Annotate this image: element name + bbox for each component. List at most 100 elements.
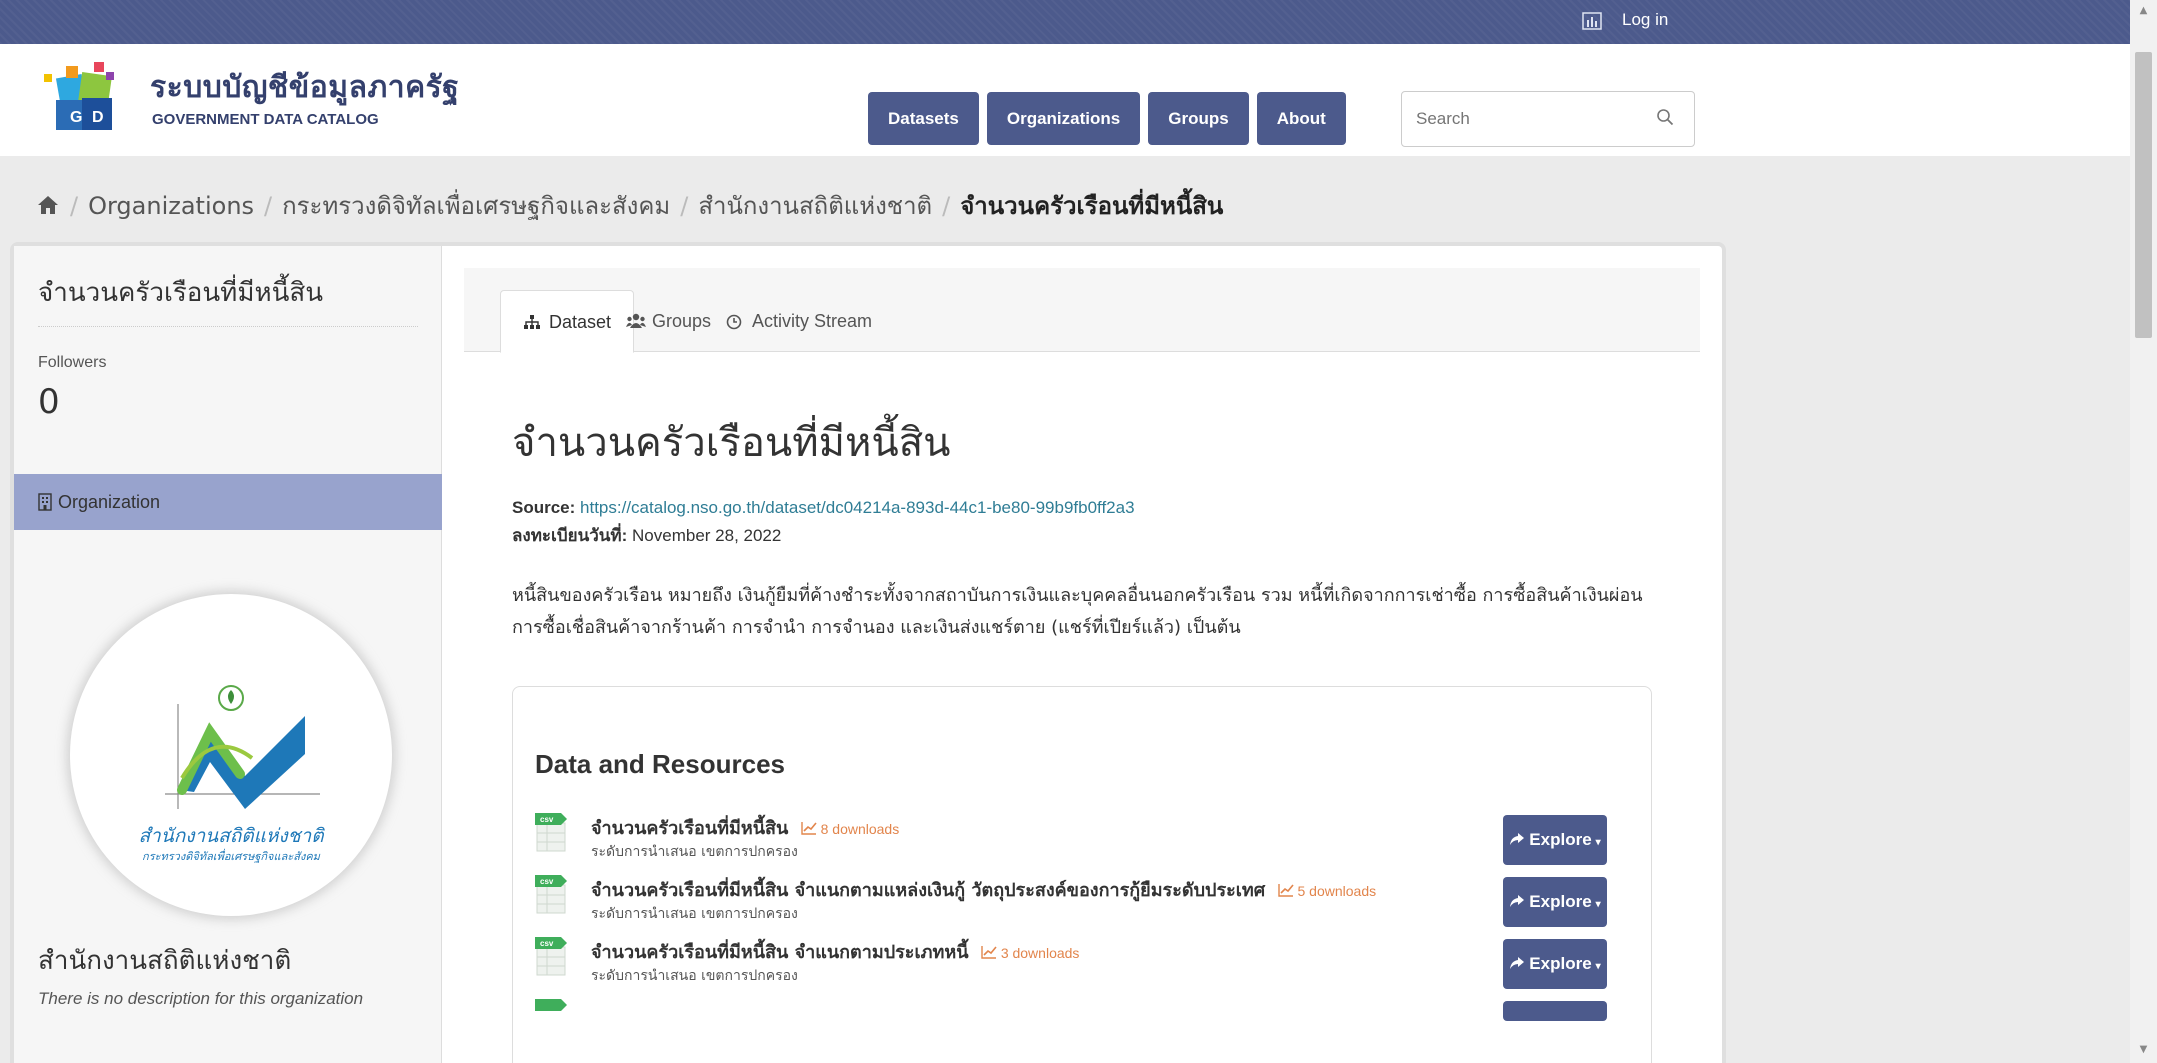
clock-icon xyxy=(726,293,744,330)
organization-logo[interactable]: สำนักงานสถิติแห่งชาติ กระทรวงดิจิทัลเพื่… xyxy=(70,594,392,916)
csv-file-icon: csv xyxy=(535,935,569,977)
caret-down-icon: ▾ xyxy=(1595,961,1601,972)
content-tabs: Dataset Groups Activity Stream xyxy=(464,268,1700,353)
logo-letter-d: D xyxy=(92,109,104,126)
dataset-content: Dataset Groups Activity Stream จำนวนครัว… xyxy=(464,268,1700,1063)
bar-chart-icon[interactable] xyxy=(1582,12,1604,32)
scrollbar-thumb[interactable] xyxy=(2135,52,2152,338)
line-chart-icon xyxy=(1277,883,1294,897)
registered-date: November 28, 2022 xyxy=(632,526,782,545)
breadcrumb-separator: / xyxy=(942,192,951,220)
site-logo[interactable]: G D xyxy=(36,56,132,140)
source-label: Source: xyxy=(512,498,576,517)
breadcrumb-organizations[interactable]: Organizations xyxy=(88,192,254,220)
breadcrumb: / Organizations / กระทรวงดิจิทัลเพื่อเศรษฐก… xyxy=(36,186,1223,225)
sidebar-organization-label: Organization xyxy=(58,492,161,512)
org-logo-name-text: สำนักงานสถิติแห่งชาติ xyxy=(138,825,325,847)
explore-label: Explore xyxy=(1529,892,1592,911)
breadcrumb-separator: / xyxy=(680,192,689,220)
nav-organizations[interactable]: Organizations xyxy=(986,92,1141,145)
tab-dataset-label: Dataset xyxy=(549,312,612,332)
followers-count: 0 xyxy=(38,382,60,422)
resource-title[interactable]: จำนวนครัวเรือนที่มีหนี้สิน xyxy=(591,818,788,839)
tab-activity-stream-label: Activity Stream xyxy=(752,311,873,331)
resource-title[interactable]: จำนวนครัวเรือนที่มีหนี้สิน จำแนกตามแหล่ง… xyxy=(591,880,1265,901)
site-header: G D ระบบบัญชีข้อมูลภาครัฐ GOVERNMENT DAT… xyxy=(0,44,2130,156)
nav-about[interactable]: About xyxy=(1256,92,1346,145)
breadcrumb-organization[interactable]: สำนักงานสถิติแห่งชาติ xyxy=(698,192,932,220)
explore-button[interactable]: Explore ▾ xyxy=(1503,815,1607,865)
sidebar-divider xyxy=(38,326,418,327)
scroll-up-arrow-icon[interactable]: ▲ xyxy=(2137,6,2150,16)
org-logo-ministry-text: กระทรวงดิจิทัลเพื่อเศรษฐกิจและสังคม xyxy=(142,848,321,863)
sitemap-icon xyxy=(523,294,541,329)
caret-down-icon: ▾ xyxy=(1595,899,1601,910)
share-icon xyxy=(1509,940,1525,969)
nav-groups[interactable]: Groups xyxy=(1148,92,1249,145)
logo-letter-g: G xyxy=(70,109,82,126)
search-icon[interactable] xyxy=(1656,108,1676,128)
source-link[interactable]: https://catalog.nso.go.th/dataset/dc0421… xyxy=(580,498,1135,517)
followers-label: Followers xyxy=(38,354,107,371)
download-count-text: 5 downloads xyxy=(1297,883,1377,899)
tab-activity-stream[interactable]: Activity Stream xyxy=(704,290,894,353)
breadcrumb-current[interactable]: จำนวนครัวเรือนที่มีหนี้สิน xyxy=(960,192,1223,220)
download-count: 8 downloads xyxy=(800,821,900,837)
share-icon xyxy=(1509,816,1525,845)
page-scrollbar[interactable]: ▲ ▼ xyxy=(2130,0,2157,1063)
search-input[interactable] xyxy=(1416,104,1646,134)
caret-down-icon: ▾ xyxy=(1595,837,1601,848)
line-chart-icon xyxy=(981,945,997,959)
dataset-notes: หนี้สินของครัวเรือน หมายถึง เงินกู้ยืมที… xyxy=(512,585,1643,638)
explore-label: Explore xyxy=(1529,830,1592,849)
explore-label: Explore xyxy=(1529,954,1592,973)
dataset-meta: Source: https://catalog.nso.go.th/datase… xyxy=(512,494,1135,550)
main-wrapper: จำนวนครัวเรือนที่มีหนี้สิน Followers 0 O… xyxy=(14,246,1722,1063)
csv-label: csv xyxy=(540,877,554,886)
main-nav: Datasets Organizations Groups About xyxy=(868,92,1346,145)
csv-file-icon xyxy=(535,997,569,1039)
explore-button[interactable]: Explore ▾ xyxy=(1503,939,1607,989)
csv-file-icon: csv xyxy=(535,873,569,915)
nav-datasets[interactable]: Datasets xyxy=(868,92,979,145)
resource-name[interactable]: จำนวนครัวเรือนที่มีหนี้สิน จำแนกตามแหล่ง… xyxy=(591,875,1376,904)
explore-button[interactable]: Explore ▾ xyxy=(1503,877,1607,927)
organization-description: There is no description for this organiz… xyxy=(38,989,364,1008)
resources-heading: Data and Resources xyxy=(535,749,785,779)
csv-label: csv xyxy=(540,815,554,824)
sidebar-dataset-title: จำนวนครัวเรือนที่มีหนี้สิน xyxy=(38,278,324,308)
download-count: 3 downloads xyxy=(981,945,1080,961)
resource-name[interactable]: จำนวนครัวเรือนที่มีหนี้สิน จำแนกตามประเภ… xyxy=(591,937,1079,966)
csv-label: csv xyxy=(540,939,554,948)
resource-title[interactable]: จำนวนครัวเรือนที่มีหนี้สิน จำแนกตามประเภ… xyxy=(591,942,969,963)
site-title[interactable]: ระบบบัญชีข้อมูลภาครัฐ xyxy=(150,64,459,111)
resource-description: ระดับการนำเสนอ เขตการปกครอง xyxy=(591,906,798,922)
top-account-bar: Log in xyxy=(0,0,2130,44)
resource-item[interactable]: csv จำนวนครัวเรือนที่มีหนี้สิน จำแนกตามแ… xyxy=(535,873,1625,933)
resource-item[interactable]: csv จำนวนครัวเรือนที่มีหนี้สิน 8 downloa… xyxy=(535,811,1625,871)
site-search xyxy=(1401,91,1695,147)
resource-name[interactable]: จำนวนครัวเรือนที่มีหนี้สิน 8 downloads xyxy=(591,813,899,842)
share-icon xyxy=(1509,878,1525,907)
home-icon[interactable] xyxy=(36,194,60,216)
sidebar-organization-heading: Organization xyxy=(14,474,442,530)
organization-name[interactable]: สำนักงานสถิติแห่งชาติ xyxy=(38,940,291,981)
resource-item[interactable]: csv จำนวนครัวเรือนที่มีหนี้สิน จำแนกตามป… xyxy=(535,935,1625,995)
registered-label: ลงทะเบียนวันที่: xyxy=(512,526,628,545)
tab-groups-label: Groups xyxy=(652,311,712,331)
site-subtitle: GOVERNMENT DATA CATALOG xyxy=(152,111,379,128)
line-chart-icon xyxy=(800,821,817,835)
users-icon xyxy=(626,293,646,328)
scroll-down-arrow-icon[interactable]: ▼ xyxy=(2137,1045,2150,1055)
download-count-text: 3 downloads xyxy=(1000,945,1080,961)
building-icon xyxy=(38,477,52,511)
csv-file-icon: csv xyxy=(535,811,569,853)
breadcrumb-ministry[interactable]: กระทรวงดิจิทัลเพื่อเศรษฐกิจและสังคม xyxy=(282,192,670,220)
resource-item-partial[interactable] xyxy=(535,997,1625,1057)
resource-description: ระดับการนำเสนอ เขตการปกครอง xyxy=(591,968,798,984)
download-count-text: 8 downloads xyxy=(820,821,900,837)
explore-button[interactable] xyxy=(1503,1001,1607,1021)
sidebar: จำนวนครัวเรือนที่มีหนี้สิน Followers 0 O… xyxy=(14,246,442,1063)
breadcrumb-separator: / xyxy=(70,192,79,220)
login-link[interactable]: Log in xyxy=(1622,10,1668,30)
